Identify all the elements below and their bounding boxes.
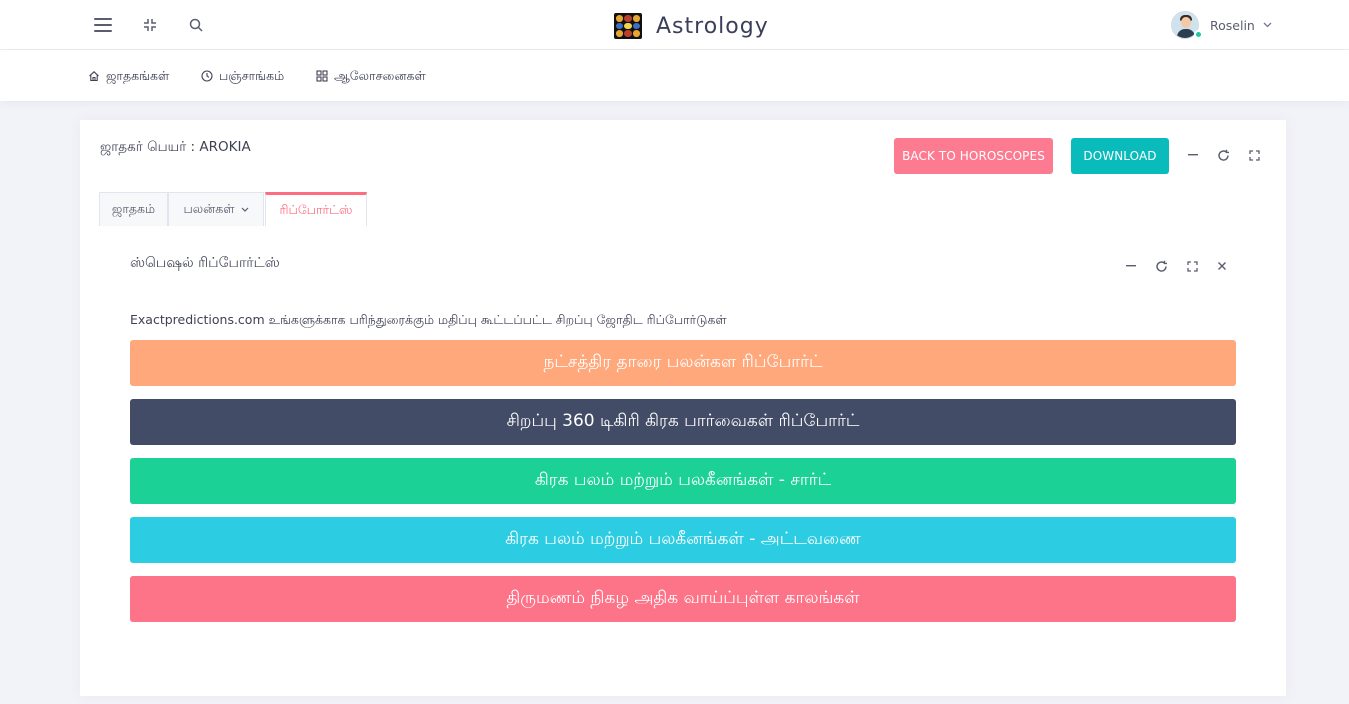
user-menu[interactable]: Roselin [1171, 10, 1272, 40]
download-button[interactable]: DOWNLOAD [1071, 138, 1169, 174]
nav-item-label: ஆலோசனைகள் [334, 67, 426, 83]
tab-label: பலன்கள் [183, 201, 235, 216]
minimize-icon[interactable] [1122, 257, 1140, 275]
page-title: ஜாதகர் பெயர் : AROKIA [100, 139, 251, 155]
nav-item-horoscopes[interactable]: ஜாதகங்கள் [88, 67, 169, 85]
clock-icon [201, 70, 213, 82]
report-button-planet-strength-table[interactable]: கிரக பலம் மற்றும் பலகீனங்கள் - அட்டவணை [130, 517, 1236, 563]
reports-title: ஸ்பெஷல் ரிப்போர்ட்ஸ் [130, 255, 280, 271]
astrology-logo-icon [614, 13, 642, 39]
reload-icon[interactable] [1152, 257, 1170, 275]
reports-intro-text: Exactpredictions.com உங்களுக்காக பரிந்து… [130, 312, 727, 327]
home-icon [88, 70, 100, 82]
search-icon[interactable] [185, 14, 207, 36]
tab-predictions[interactable]: பலன்கள் [168, 192, 264, 226]
compress-icon[interactable] [139, 14, 161, 36]
tab-reports[interactable]: ரிப்போர்ட்ஸ் [265, 192, 367, 226]
horoscope-card: ஜாதகர் பெயர் : AROKIA BACK TO HOROSCOPES… [80, 120, 1286, 696]
chevron-down-icon [1263, 20, 1272, 31]
online-status-dot [1194, 30, 1203, 39]
nav-item-label: பஞ்சாங்கம் [219, 67, 285, 83]
menu-icon[interactable] [92, 14, 114, 36]
tab-horoscope[interactable]: ஜாதகம் [99, 192, 168, 226]
user-name: Roselin [1210, 17, 1255, 33]
nav-item-label: ஜாதகங்கள் [106, 67, 170, 83]
tab-label: ரிப்போர்ட்ஸ் [279, 202, 353, 217]
report-button-planet-strength-chart[interactable]: கிரக பலம் மற்றும் பலகீனங்கள் - சார்ட் [130, 458, 1236, 504]
tab-label: ஜாதகம் [111, 201, 156, 216]
fullscreen-icon[interactable] [1183, 257, 1201, 275]
back-to-horoscopes-button[interactable]: BACK TO HOROSCOPES [894, 138, 1053, 174]
report-button-360-degree-aspects[interactable]: சிறப்பு 360 டிகிரி கிரக பார்வைகள் ரிப்போ… [130, 399, 1236, 445]
report-button-star-predictions[interactable]: நட்சத்திர தாரை பலன்கள ரிப்போர்ட் [130, 340, 1236, 386]
minimize-icon[interactable] [1184, 146, 1202, 164]
report-button-marriage-periods[interactable]: திருமணம் நிகழ அதிக வாய்ப்புள்ள காலங்கள் [130, 576, 1236, 622]
fullscreen-icon[interactable] [1245, 146, 1263, 164]
grid-icon [316, 70, 328, 82]
sub-navigation: ஜாதகங்கள் பஞ்சாங்கம் ஆலோசனைகள் [0, 50, 1349, 101]
nav-item-consultations[interactable]: ஆலோசனைகள் [316, 67, 426, 85]
reload-icon[interactable] [1214, 146, 1232, 164]
nav-item-panchangam[interactable]: பஞ்சாங்கம் [201, 67, 284, 85]
brand[interactable]: Astrology [614, 12, 769, 40]
close-icon[interactable] [1213, 257, 1231, 275]
chevron-down-icon [241, 207, 249, 212]
brand-title: Astrology [656, 13, 769, 39]
top-header: Astrology Roselin [0, 0, 1349, 50]
